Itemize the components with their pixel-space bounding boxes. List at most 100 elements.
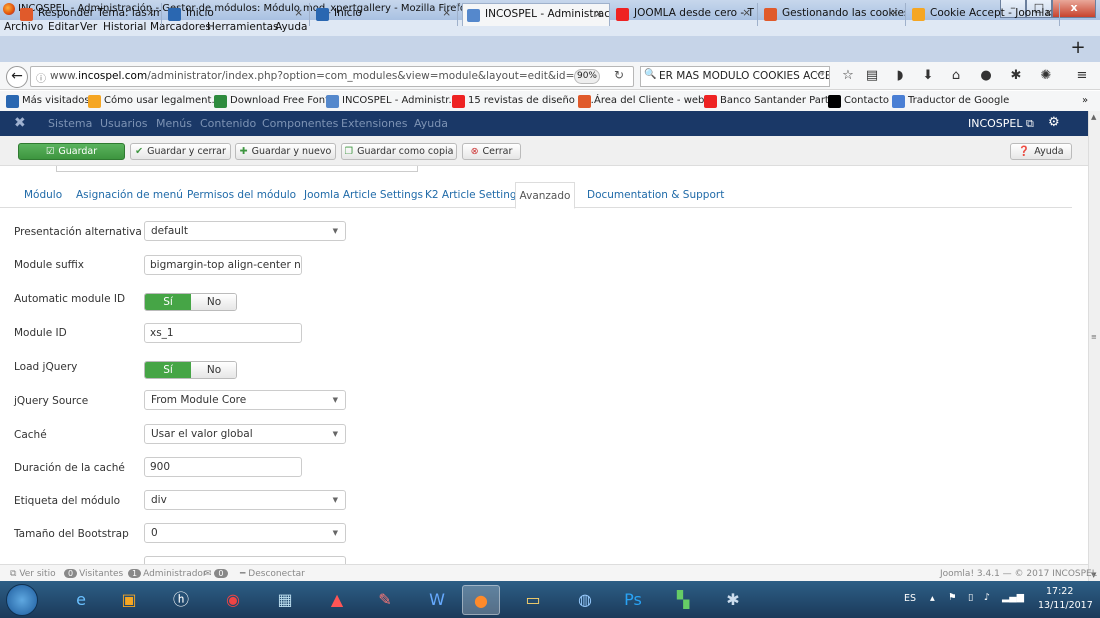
back-arrow-icon[interactable]: ← xyxy=(6,66,28,88)
save-copy-button[interactable]: ❐ Guardar como copia xyxy=(341,143,457,160)
auto-id-no[interactable]: No xyxy=(191,294,236,310)
load-jquery-toggle[interactable]: Sí No xyxy=(144,361,237,379)
bootstrap-size-select[interactable]: 0 ▼ xyxy=(144,523,346,543)
suffix-input[interactable]: bigmargin-top align-center nomar xyxy=(144,255,302,275)
tab-modulo[interactable]: Módulo xyxy=(24,189,62,201)
media-player-icon[interactable]: ▣ xyxy=(110,585,148,615)
reader-icon[interactable]: ▤ xyxy=(862,66,882,86)
menu-sistema[interactable]: Sistema xyxy=(48,117,92,130)
clock-date[interactable]: 13/11/2017 xyxy=(1038,600,1093,611)
chrome-icon[interactable]: ◉ xyxy=(214,585,252,615)
pocket-icon[interactable]: ◗ xyxy=(890,66,910,86)
explorer-folder-icon[interactable]: ▭ xyxy=(514,585,552,615)
gear-icon[interactable]: ⚙ xyxy=(1048,115,1060,130)
module-tag-select[interactable]: div ▼ xyxy=(144,490,346,510)
close-tab-icon[interactable]: × xyxy=(890,7,899,19)
save-new-button[interactable]: ✚ Guardar y nuevo xyxy=(235,143,336,160)
browser-tab[interactable]: Inicio × xyxy=(312,3,458,26)
layout-select[interactable]: default ▼ xyxy=(144,221,346,241)
hamburger-menu-icon[interactable]: ≡ xyxy=(1072,66,1092,86)
bookmark-item[interactable]: INCOSPEL - Administr... xyxy=(326,95,458,108)
firefox-taskbar-icon[interactable]: ● xyxy=(462,585,500,615)
acrobat-icon[interactable]: ▲ xyxy=(318,585,356,615)
browser-tab[interactable]: JOOMLA desde cero - T × xyxy=(612,3,758,26)
browser-tab[interactable]: Gestionando las cookies × xyxy=(760,3,906,26)
extension-icon[interactable]: ✺ xyxy=(1036,66,1056,86)
clock-time[interactable]: 17:22 xyxy=(1046,586,1073,597)
bookmark-item[interactable]: Traductor de Google xyxy=(892,95,1009,108)
browser-tab[interactable]: Inicio × xyxy=(164,3,310,26)
language-indicator[interactable]: ES xyxy=(904,593,916,604)
bookmark-star-icon[interactable]: ☆ xyxy=(838,66,858,86)
menu-menus[interactable]: Menús xyxy=(156,117,192,130)
jquery-source-select[interactable]: From Module Core ▼ xyxy=(144,390,346,410)
tab-k2-article-settings[interactable]: K2 Article Settings xyxy=(425,189,522,201)
close-tab-icon[interactable]: × xyxy=(742,7,751,19)
browser-tab-active[interactable]: INCOSPEL - Administrac × xyxy=(462,3,610,26)
download-icon[interactable]: ⬇ xyxy=(918,66,938,86)
save-button[interactable]: ☑ Guardar xyxy=(18,143,125,160)
close-tab-icon[interactable]: × xyxy=(146,7,155,19)
close-tab-icon[interactable]: × xyxy=(594,8,603,20)
menu-extensiones[interactable]: Extensiones xyxy=(341,117,408,130)
cache-select[interactable]: Usar el valor global ▼ xyxy=(144,424,346,444)
close-tab-icon[interactable]: × xyxy=(294,7,303,19)
bookmark-item[interactable]: Download Free Fonts xyxy=(214,95,334,108)
joomla-logo-icon[interactable]: ✖ xyxy=(14,115,26,131)
tab-avanzado[interactable]: Avanzado xyxy=(515,182,575,209)
bookmark-item[interactable]: Contacto xyxy=(828,95,889,108)
vertical-scrollbar[interactable]: ▲ ≡ ▼ xyxy=(1088,111,1100,581)
tab-joomla-article-settings[interactable]: Joomla Article Settings xyxy=(304,189,423,201)
scroll-thumb-icon[interactable]: ≡ xyxy=(1091,333,1099,341)
zoom-indicator[interactable]: 90% xyxy=(574,69,600,84)
new-tab-icon[interactable]: + xyxy=(1063,38,1093,60)
save-close-button[interactable]: ✔ Guardar y cerrar xyxy=(130,143,231,160)
menu-usuarios[interactable]: Usuarios xyxy=(100,117,148,130)
bookmark-item[interactable]: Área del Cliente - web... xyxy=(578,95,714,108)
hp-icon[interactable]: ⓗ xyxy=(162,585,200,615)
help-button[interactable]: ❓ Ayuda xyxy=(1010,143,1072,160)
close-tab-icon[interactable]: × xyxy=(1044,7,1053,19)
volume-icon[interactable]: ♪ xyxy=(984,592,990,603)
bookmark-item[interactable]: 15 revistas de diseño e... xyxy=(452,95,594,108)
scroll-up-icon[interactable]: ▲ xyxy=(1091,113,1099,121)
module-id-input[interactable]: xs_1 xyxy=(144,323,302,343)
extension-icon[interactable]: ✱ xyxy=(1006,66,1026,86)
network-icon[interactable]: ▂▄▆ xyxy=(1002,592,1024,603)
auto-id-yes[interactable]: Sí xyxy=(145,294,191,310)
bookmark-item[interactable]: Banco Santander Parti... xyxy=(704,95,841,108)
menu-componentes[interactable]: Componentes xyxy=(262,117,338,130)
tray-arrow-icon[interactable]: ▴ xyxy=(930,593,935,604)
load-jquery-yes[interactable]: Sí xyxy=(145,362,191,378)
search-input[interactable]: ER MAS MODULO COOKIES ACCEPT xyxy=(640,66,830,87)
extension-icon[interactable]: ● xyxy=(976,66,996,86)
cache-time-input[interactable]: 900 xyxy=(144,457,302,477)
search-go-icon[interactable]: → xyxy=(816,69,824,80)
reload-icon[interactable]: ↻ xyxy=(614,68,624,82)
load-jquery-no[interactable]: No xyxy=(191,362,236,378)
chart-app-icon[interactable]: ▚ xyxy=(664,585,702,615)
word-icon[interactable]: W xyxy=(418,585,456,615)
tab-asignacion-menu[interactable]: Asignación de menú xyxy=(76,189,183,201)
close-button[interactable]: ⊗ Cerrar xyxy=(462,143,521,160)
messages-status[interactable]: ✉ 0 xyxy=(204,569,230,579)
bookmark-item[interactable]: Más visitados xyxy=(6,95,90,108)
menu-ayuda-joomla[interactable]: Ayuda xyxy=(414,117,448,130)
browser-tab[interactable]: Cookie Accept - Joomla × xyxy=(908,3,1060,26)
flag-icon[interactable]: ⚑ xyxy=(948,592,957,603)
close-tab-icon[interactable]: × xyxy=(442,7,451,19)
bookmark-item[interactable]: Cómo usar legalment... xyxy=(88,95,221,108)
url-text[interactable]: www.incospel.com/administrator/index.php… xyxy=(50,70,588,82)
info-icon[interactable]: ⓘ xyxy=(36,70,46,85)
menu-contenido[interactable]: Contenido xyxy=(200,117,256,130)
illustrator-icon[interactable]: ✎ xyxy=(366,585,404,615)
tab-permisos[interactable]: Permisos del módulo xyxy=(187,189,296,201)
internet-explorer-icon[interactable]: e xyxy=(62,585,100,615)
browser-tab[interactable]: Responder Tema: las imá × xyxy=(16,3,162,26)
tab-documentation-support[interactable]: Documentation & Support xyxy=(587,189,724,201)
calculator-icon[interactable]: ▦ xyxy=(266,585,304,615)
system-icon[interactable]: ◍ xyxy=(566,585,604,615)
photoshop-icon[interactable]: Ps xyxy=(614,585,652,615)
site-link[interactable]: INCOSPEL ⧉ xyxy=(968,117,1034,131)
view-site-link[interactable]: ⧉ Ver sitio xyxy=(10,569,56,579)
